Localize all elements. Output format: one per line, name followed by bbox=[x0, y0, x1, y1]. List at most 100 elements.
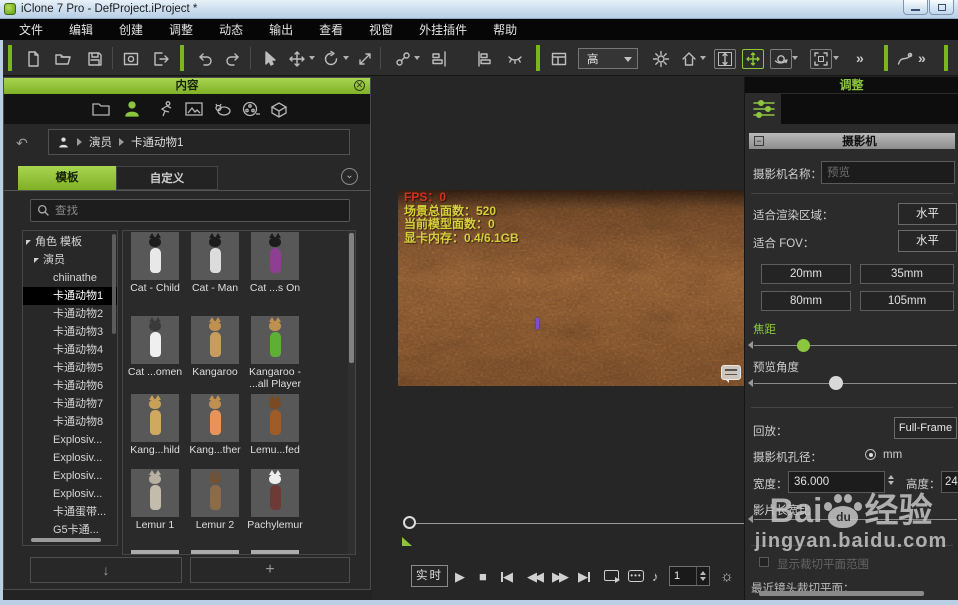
menu-plugins[interactable]: 外挂插件 bbox=[406, 19, 480, 40]
timeline-track[interactable] bbox=[409, 523, 745, 524]
lens-105mm-button[interactable]: 105mm bbox=[860, 291, 954, 311]
curve-editor-button[interactable] bbox=[894, 49, 916, 69]
light-button[interactable] bbox=[650, 49, 672, 69]
tree-vertical-scrollbar[interactable] bbox=[112, 234, 116, 334]
tree-item[interactable]: 角色 模板 bbox=[23, 233, 117, 251]
viewport-comment-icon[interactable] bbox=[721, 365, 741, 380]
tree-item[interactable]: 卡通动物2 bbox=[23, 305, 117, 323]
move-tool-caret[interactable] bbox=[309, 56, 315, 60]
scale-tool[interactable] bbox=[354, 49, 376, 69]
stop-button[interactable]: ■ bbox=[479, 567, 487, 587]
tab-prop-icon[interactable] bbox=[210, 97, 236, 121]
align-tool[interactable] bbox=[428, 49, 450, 69]
adjust-panel-header[interactable]: 调整 bbox=[745, 77, 958, 93]
frame-spinner[interactable] bbox=[696, 567, 708, 585]
orbit-camera-tool[interactable] bbox=[770, 49, 792, 69]
show-clip-checkbox[interactable] bbox=[759, 557, 769, 567]
add-content-button[interactable]: + bbox=[190, 557, 350, 583]
realtime-button[interactable]: 实时 bbox=[411, 565, 448, 587]
tree-horizontal-scrollbar[interactable] bbox=[31, 538, 101, 542]
rotate-tool[interactable] bbox=[320, 49, 342, 69]
menu-create[interactable]: 创建 bbox=[106, 19, 156, 40]
angle-slider-arrow[interactable] bbox=[748, 379, 753, 387]
aspect-slider-track[interactable] bbox=[754, 519, 957, 520]
open-project-button[interactable] bbox=[52, 49, 74, 69]
menu-modify[interactable]: 调整 bbox=[156, 19, 206, 40]
thumbnail-item[interactable]: Pachylemur bbox=[246, 469, 304, 532]
audio-track-icon[interactable]: ♪ bbox=[652, 567, 659, 587]
tab-scene-icon[interactable] bbox=[181, 97, 207, 121]
hide-object-tool[interactable] bbox=[504, 49, 526, 69]
width-spinner[interactable] bbox=[888, 475, 894, 485]
tree-item[interactable]: 演员 bbox=[23, 251, 117, 269]
tree-item[interactable]: 卡通动物7 bbox=[23, 395, 117, 413]
height-input[interactable] bbox=[941, 471, 958, 493]
grid-scrollbar-thumb[interactable] bbox=[349, 233, 354, 363]
thumbnail-item[interactable]: Cat - Child bbox=[126, 232, 184, 295]
thumbnail-partial[interactable] bbox=[131, 550, 179, 555]
menu-export[interactable]: 输出 bbox=[256, 19, 306, 40]
fit-fov-dropdown[interactable]: 水平 bbox=[898, 230, 957, 252]
rotate-tool-caret[interactable] bbox=[343, 56, 349, 60]
select-tool[interactable] bbox=[258, 49, 280, 69]
thumbnail-item[interactable]: Cat ...s On bbox=[246, 232, 304, 295]
focal-slider-knob[interactable] bbox=[797, 339, 810, 352]
tab-animation-icon[interactable] bbox=[153, 97, 179, 121]
toolbar-overflow-chevron[interactable]: » bbox=[856, 50, 862, 66]
menu-file[interactable]: 文件 bbox=[6, 19, 56, 40]
modify-sliders-icon[interactable] bbox=[751, 97, 777, 121]
thumbnail-item[interactable]: Kang...hild bbox=[126, 394, 184, 457]
first-frame-button[interactable]: ◀ bbox=[501, 567, 513, 587]
lens-80mm-button[interactable]: 80mm bbox=[761, 291, 851, 311]
rewind-button[interactable]: ◀◀ bbox=[527, 567, 541, 587]
tree-item[interactable]: G5卡通... bbox=[23, 521, 117, 539]
apply-to-scene-button[interactable]: ↓ bbox=[30, 557, 182, 583]
workspace-layout-button[interactable] bbox=[548, 49, 570, 69]
search-input[interactable] bbox=[55, 205, 325, 217]
aspect-slider-arrow[interactable] bbox=[748, 515, 753, 523]
tree-item[interactable]: Explosiv... bbox=[23, 485, 117, 503]
tree-item[interactable]: Explosiv... bbox=[23, 431, 117, 449]
scene-actor-marker[interactable] bbox=[536, 318, 539, 329]
timeline-playhead[interactable] bbox=[403, 516, 416, 529]
menu-view[interactable]: 查看 bbox=[306, 19, 356, 40]
maximize-button[interactable] bbox=[929, 0, 954, 15]
export-media-button[interactable] bbox=[150, 49, 172, 69]
thumbnail-item[interactable]: Lemu...fed bbox=[246, 394, 304, 457]
angle-slider-knob[interactable] bbox=[829, 376, 843, 390]
quality-dropdown[interactable]: 高 bbox=[578, 48, 638, 69]
dock-pin-icon[interactable]: ↓ bbox=[949, 49, 958, 69]
tree-item[interactable]: Explosiv... bbox=[23, 449, 117, 467]
tree-item[interactable]: chiinathe bbox=[23, 269, 117, 287]
search-box[interactable] bbox=[30, 199, 350, 222]
lens-20mm-button[interactable]: 20mm bbox=[761, 264, 851, 284]
toolbar-overflow-chevron-2[interactable]: » bbox=[918, 50, 924, 66]
new-project-button[interactable] bbox=[22, 49, 44, 69]
thumbnail-partial[interactable] bbox=[191, 550, 239, 555]
width-input[interactable] bbox=[788, 471, 885, 493]
play-button[interactable]: ▶ bbox=[455, 567, 465, 587]
tab-stage-icon[interactable] bbox=[266, 97, 292, 121]
pan-camera-tool[interactable] bbox=[742, 49, 764, 69]
thumbnail-partial[interactable] bbox=[251, 550, 299, 555]
orbit-camera-caret[interactable] bbox=[792, 56, 798, 60]
thumbnail-item[interactable]: Kangaroo - ...all Player bbox=[246, 316, 304, 390]
render-preview-button[interactable] bbox=[120, 49, 142, 69]
tab-template[interactable]: 模板 bbox=[18, 166, 116, 190]
tab-project-icon[interactable] bbox=[88, 97, 114, 121]
zoom-camera-tool[interactable] bbox=[714, 49, 736, 69]
playback-settings-icon[interactable]: ☼ bbox=[720, 567, 734, 587]
adjust-horizontal-scrollbar[interactable] bbox=[759, 591, 924, 596]
home-view-caret[interactable] bbox=[700, 56, 706, 60]
tab-actor-icon[interactable] bbox=[119, 97, 145, 121]
angle-slider-track[interactable] bbox=[754, 383, 957, 384]
thumbnail-item[interactable]: Lemur 1 bbox=[126, 469, 184, 532]
tree-item[interactable]: 卡通动物8 bbox=[23, 413, 117, 431]
content-panel-close-icon[interactable]: ✕ bbox=[354, 80, 365, 91]
camera-name-input[interactable] bbox=[821, 161, 955, 184]
menu-help[interactable]: 帮助 bbox=[480, 19, 530, 40]
collapse-section-icon[interactable]: − bbox=[754, 136, 764, 146]
playback-mode-dropdown[interactable]: Full-Frame bbox=[894, 417, 957, 439]
breadcrumb-back-icon[interactable]: ↷ bbox=[16, 135, 28, 152]
fit-render-dropdown[interactable]: 水平 bbox=[898, 203, 957, 225]
